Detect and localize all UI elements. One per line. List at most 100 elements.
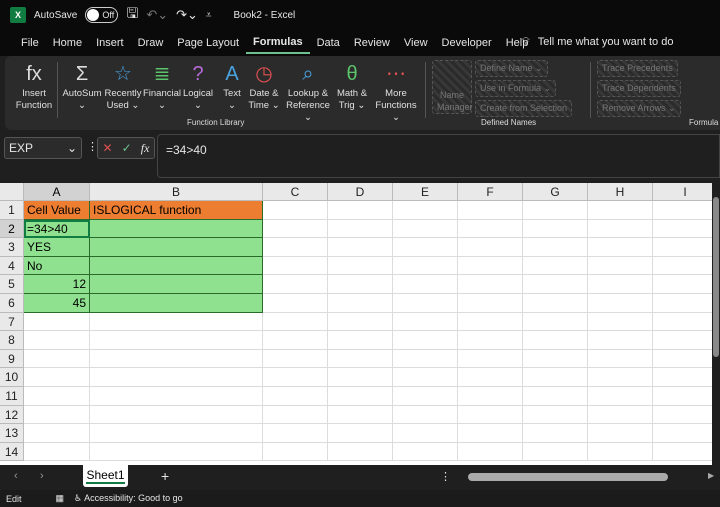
ribbon-autosum-button[interactable]: Σ AutoSum ⌄: [60, 60, 104, 112]
cell-A12[interactable]: [24, 405, 90, 425]
cell-D11[interactable]: [328, 387, 393, 406]
tell-me-search[interactable]: 💡︎ Tell me what you want to do: [522, 36, 673, 49]
cell-D5[interactable]: [328, 275, 393, 294]
cell-G9[interactable]: [523, 349, 588, 369]
cell-A13[interactable]: [24, 424, 90, 443]
row-header-10[interactable]: 10: [0, 368, 24, 387]
cell-A11[interactable]: [24, 387, 90, 406]
cell-C10[interactable]: [263, 368, 328, 387]
row-header-5[interactable]: 5: [0, 275, 24, 294]
cell-C1[interactable]: [263, 201, 328, 220]
cancel-icon[interactable]: ✕: [103, 141, 113, 155]
cell-G10[interactable]: [523, 368, 588, 387]
ribbon-lookup-button[interactable]: ⌕ Lookup & Reference ⌄: [284, 60, 332, 124]
column-header-D[interactable]: D: [328, 183, 393, 201]
cell-E8[interactable]: [393, 331, 458, 350]
cell-I4[interactable]: [653, 256, 712, 276]
cell-B8[interactable]: [90, 331, 263, 350]
cell-E5[interactable]: [393, 275, 458, 294]
cell-D14[interactable]: [328, 442, 393, 462]
cell-E6[interactable]: [393, 294, 458, 313]
row-header-2[interactable]: 2: [0, 219, 24, 239]
cell-F12[interactable]: [458, 405, 523, 425]
cell-H12[interactable]: [588, 405, 653, 425]
cell-B7[interactable]: [90, 312, 263, 332]
ribbon-insert-button[interactable]: fx Insert Function: [15, 60, 53, 112]
cell-C9[interactable]: [263, 349, 328, 369]
column-header-B[interactable]: B: [90, 183, 263, 201]
ribbon-text-button[interactable]: A Text ⌄: [219, 60, 245, 112]
trace-precedents-button[interactable]: Trace Precedents: [597, 60, 678, 77]
tab-review[interactable]: Review: [347, 30, 397, 56]
add-sheet-button[interactable]: +: [161, 468, 169, 484]
trace-dependents-button[interactable]: Trace Dependents: [597, 80, 681, 97]
cell-C13[interactable]: [263, 424, 328, 443]
cell-E12[interactable]: [393, 405, 458, 425]
horizontal-scrollbar[interactable]: [458, 473, 672, 481]
cell-H7[interactable]: [588, 312, 653, 332]
tab-view[interactable]: View: [397, 30, 435, 56]
cell-D3[interactable]: [328, 238, 393, 257]
cell-H11[interactable]: [588, 387, 653, 406]
cell-C12[interactable]: [263, 405, 328, 425]
cell-F6[interactable]: [458, 294, 523, 313]
row-header-9[interactable]: 9: [0, 349, 24, 369]
row-header-12[interactable]: 12: [0, 405, 24, 425]
cell-H13[interactable]: [588, 424, 653, 443]
tab-formulas[interactable]: Formulas: [246, 32, 310, 54]
tab-developer[interactable]: Developer: [435, 30, 499, 56]
cell-I13[interactable]: [653, 424, 712, 443]
cell-F2[interactable]: [458, 219, 523, 239]
cell-C8[interactable]: [263, 331, 328, 350]
cell-F13[interactable]: [458, 424, 523, 443]
cell-I2[interactable]: [653, 219, 712, 239]
cell-I5[interactable]: [653, 275, 712, 294]
row-header-1[interactable]: 1: [0, 201, 24, 220]
cell-C11[interactable]: [263, 387, 328, 406]
cell-G7[interactable]: [523, 312, 588, 332]
cell-E3[interactable]: [393, 238, 458, 257]
cell-H1[interactable]: [588, 201, 653, 220]
create-from-selection-button[interactable]: Create from Selection: [475, 100, 573, 117]
cell-G6[interactable]: [523, 294, 588, 313]
cell-B14[interactable]: [90, 442, 263, 462]
worksheet-grid[interactable]: A B C D E F G H I 1 Cell Value ISLOGICAL function 2 =…: [0, 183, 712, 465]
cell-G13[interactable]: [523, 424, 588, 443]
row-header-13[interactable]: 13: [0, 424, 24, 443]
cell-B11[interactable]: [90, 387, 263, 406]
cell-H10[interactable]: [588, 368, 653, 387]
cell-F7[interactable]: [458, 312, 523, 332]
cell-A1[interactable]: Cell Value: [24, 201, 90, 220]
cell-H6[interactable]: [588, 294, 653, 313]
ribbon-financial-button[interactable]: ≣ Financial ⌄: [142, 60, 182, 112]
cell-I11[interactable]: [653, 387, 712, 406]
sheet-tab-sheet1[interactable]: Sheet1: [83, 465, 128, 487]
cell-I10[interactable]: [653, 368, 712, 387]
cell-I1[interactable]: [653, 201, 712, 220]
cell-A4[interactable]: No: [24, 256, 90, 276]
tab-draw[interactable]: Draw: [131, 30, 171, 56]
insert-function-icon[interactable]: fx: [141, 141, 150, 156]
cell-F8[interactable]: [458, 331, 523, 350]
row-header-6[interactable]: 6: [0, 294, 24, 313]
cell-A14[interactable]: [24, 442, 90, 462]
column-header-A[interactable]: A: [24, 183, 90, 201]
cell-G11[interactable]: [523, 387, 588, 406]
row-header-8[interactable]: 8: [0, 331, 24, 350]
cell-B2[interactable]: [90, 219, 263, 239]
cell-C7[interactable]: [263, 312, 328, 332]
cell-D10[interactable]: [328, 368, 393, 387]
cell-I14[interactable]: [653, 442, 712, 462]
cell-A10[interactable]: [24, 368, 90, 387]
cell-D13[interactable]: [328, 424, 393, 443]
scroll-right-icon[interactable]: ▶: [708, 471, 714, 480]
define-name-button[interactable]: Define Name ⌄: [475, 60, 548, 77]
remove-arrows-button[interactable]: Remove Arrows ⌄: [597, 100, 681, 117]
ribbon-recently-button[interactable]: ☆ Recently Used ⌄: [104, 60, 142, 112]
cell-D12[interactable]: [328, 405, 393, 425]
row-header-4[interactable]: 4: [0, 256, 24, 276]
column-header-E[interactable]: E: [393, 183, 458, 201]
tab-page-layout[interactable]: Page Layout: [170, 30, 246, 56]
cell-C2[interactable]: [263, 219, 328, 239]
macro-record-icon[interactable]: ▦: [56, 493, 65, 504]
